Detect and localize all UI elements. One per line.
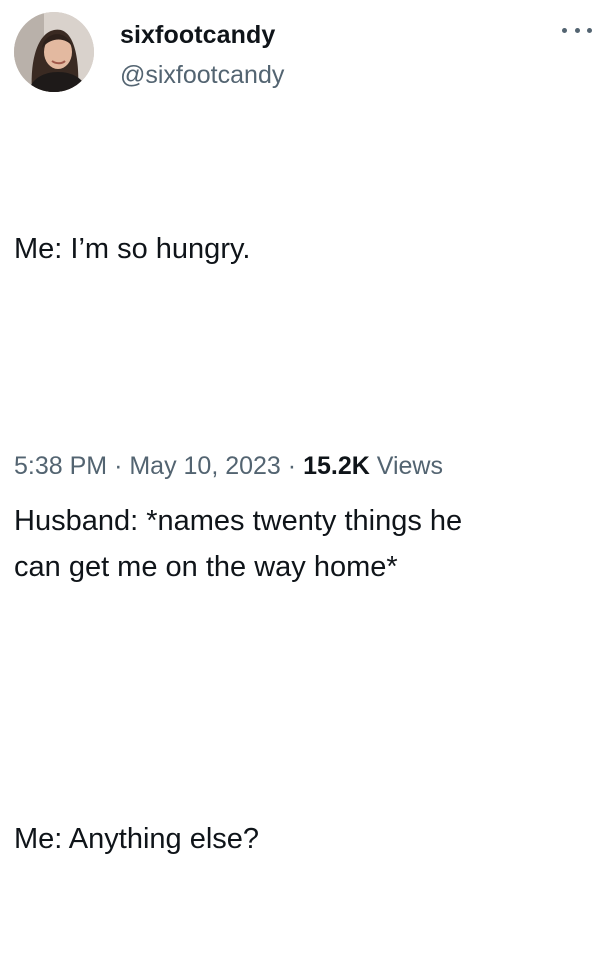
separator: · xyxy=(287,452,297,480)
more-dots-icon[interactable] xyxy=(562,20,592,40)
author-names: sixfootcandy @sixfootcandy xyxy=(120,20,284,90)
tweet-line: Husband: *names twenty things he can get… xyxy=(14,505,463,583)
dot xyxy=(562,27,567,33)
dot xyxy=(574,27,580,33)
separator: · xyxy=(114,452,123,480)
tweet-line: Me: I’m so hungry. xyxy=(14,233,251,265)
tweet-line: Me: Anything else? xyxy=(14,823,260,855)
dot xyxy=(587,27,592,33)
tweet-text: Me: I’m so hungry. Husband: *names twent… xyxy=(14,134,590,954)
tweet-card: sixfootcandy @sixfootcandy Me: I’m so hu… xyxy=(0,0,604,855)
avatar[interactable] xyxy=(14,12,94,92)
views-label: Views xyxy=(376,452,443,480)
tweet-header: sixfootcandy @sixfootcandy xyxy=(14,10,594,94)
tweet-time[interactable]: 5:38 PM xyxy=(14,452,107,480)
tweet-date[interactable]: May 10, 2023 xyxy=(129,452,281,480)
display-name[interactable]: sixfootcandy xyxy=(120,20,284,50)
user-handle[interactable]: @sixfootcandy xyxy=(120,60,284,90)
views-count[interactable]: 15.2K xyxy=(303,452,370,480)
tweet-meta: 5:38 PM · May 10, 2023 · 15.2K Views xyxy=(14,449,443,483)
